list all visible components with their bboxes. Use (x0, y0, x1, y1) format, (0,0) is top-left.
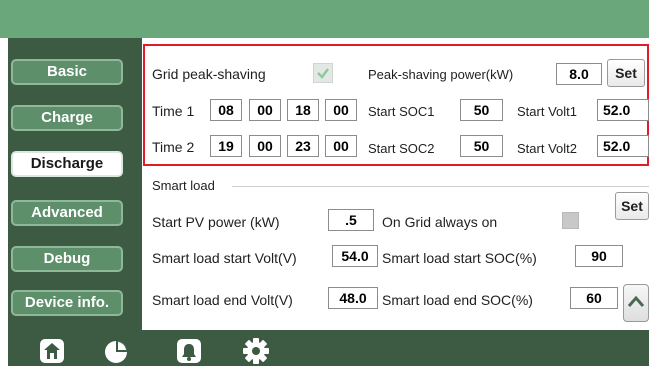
smart-load-end-volt-label: Smart load end Volt(V) (152, 292, 293, 308)
smart-load-end-soc-field[interactable]: 60 (570, 287, 618, 309)
home-tab[interactable] (37, 336, 67, 366)
smart-load-start-volt-label: Smart load start Volt(V) (152, 250, 297, 266)
smart-load-start-soc-label: Smart load start SOC(%) (382, 250, 537, 266)
top-bar (0, 0, 649, 38)
time1-label: Time 1 (152, 103, 195, 119)
settings-tab[interactable] (241, 336, 271, 366)
start-soc1-label: Start SOC1 (368, 104, 435, 119)
peak-shaving-power-field[interactable]: 8.0 (556, 63, 602, 85)
alerts-tab[interactable] (174, 336, 204, 366)
smart-load-end-soc-label: Smart load end SOC(%) (382, 292, 533, 308)
sidebar-item-debug[interactable]: Debug (11, 246, 123, 272)
home-icon (40, 339, 64, 363)
time2-end-hour[interactable]: 23 (287, 135, 319, 157)
start-pv-power-field[interactable]: .5 (328, 209, 374, 231)
sidebar-item-discharge[interactable]: Discharge (11, 151, 123, 177)
start-volt2-label: Start Volt2 (517, 141, 577, 156)
smart-load-start-volt-field[interactable]: 54.0 (332, 245, 378, 267)
time2-start-hour[interactable]: 19 (210, 135, 242, 157)
time1-end-hour[interactable]: 18 (287, 99, 319, 121)
time1-end-minute[interactable]: 00 (325, 99, 357, 121)
sidebar-item-charge[interactable]: Charge (11, 105, 123, 131)
smart-load-set-button[interactable]: Set (615, 192, 649, 220)
grid-peak-shaving-checkbox[interactable] (313, 63, 333, 83)
start-soc2-label: Start SOC2 (368, 141, 435, 156)
start-soc2-field[interactable]: 50 (460, 135, 503, 157)
pie-chart-icon (105, 341, 127, 363)
sidebar-item-advanced[interactable]: Advanced (11, 200, 123, 226)
start-volt1-field[interactable]: 52.0 (597, 99, 649, 121)
sidebar-item-device-info[interactable]: Device info. (11, 290, 123, 316)
bell-icon (177, 339, 201, 363)
time1-start-minute[interactable]: 00 (249, 99, 281, 121)
peak-shaving-set-button[interactable]: Set (607, 59, 645, 87)
smart-load-start-soc-field[interactable]: 90 (575, 245, 623, 267)
start-pv-power-label: Start PV power (kW) (152, 214, 280, 230)
peak-shaving-power-label: Peak-shaving power(kW) (368, 67, 514, 82)
gear-icon (243, 338, 269, 364)
smart-load-divider (232, 186, 649, 187)
time2-label: Time 2 (152, 139, 195, 155)
start-volt2-field[interactable]: 52.0 (597, 135, 649, 157)
time2-start-minute[interactable]: 00 (249, 135, 281, 157)
on-grid-always-on-checkbox[interactable] (562, 212, 579, 229)
chevron-up-icon (627, 295, 645, 307)
statistics-tab[interactable] (101, 336, 131, 366)
smart-load-end-volt-field[interactable]: 48.0 (328, 287, 378, 309)
on-grid-always-on-label: On Grid always on (382, 214, 498, 230)
scroll-up-button[interactable] (623, 284, 649, 322)
start-volt1-label: Start Volt1 (517, 104, 577, 119)
grid-peak-shaving-label: Grid peak-shaving (152, 66, 266, 82)
start-soc1-field[interactable]: 50 (460, 99, 503, 121)
time2-end-minute[interactable]: 00 (325, 135, 357, 157)
sidebar-item-basic[interactable]: Basic (11, 59, 123, 85)
time1-start-hour[interactable]: 08 (210, 99, 242, 121)
checkmark-icon (317, 68, 329, 79)
smart-load-section-title: Smart load (152, 178, 215, 193)
